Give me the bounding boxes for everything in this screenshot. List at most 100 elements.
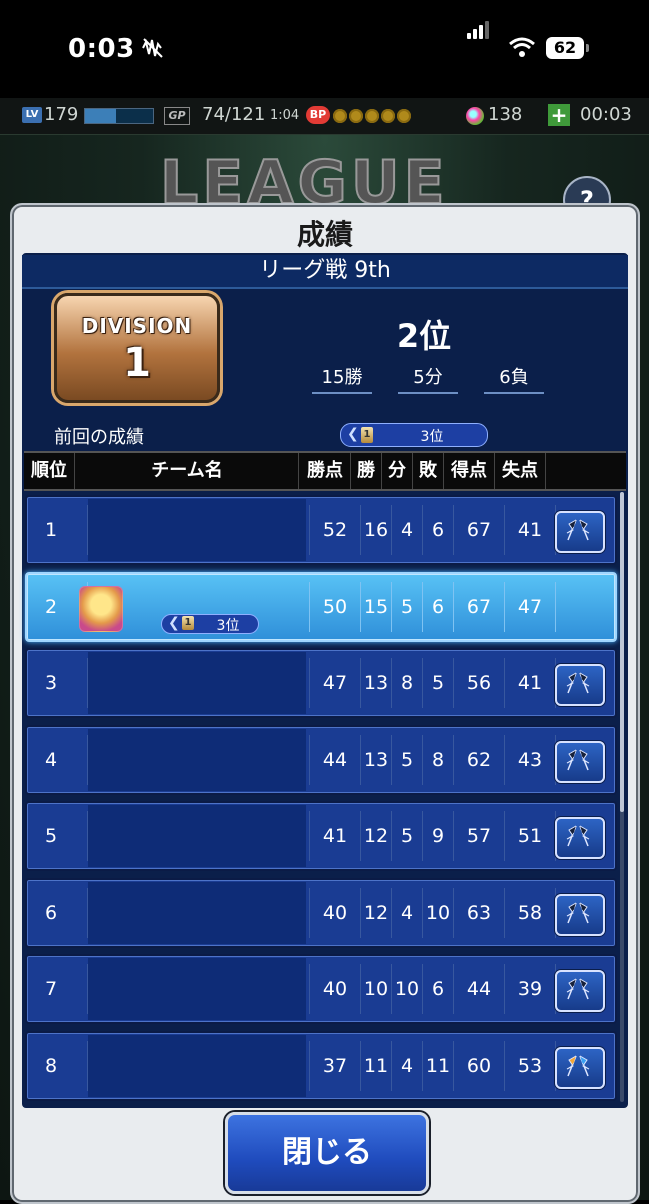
goals-against-cell: 41 <box>517 519 543 541</box>
silent-mode-icon <box>142 38 163 58</box>
column-divider <box>87 811 88 861</box>
division-badge: DIVISION 1 <box>54 293 220 403</box>
draws-cell: 5 <box>400 825 414 847</box>
goals-against-cell: 51 <box>517 825 543 847</box>
points-cell: 44 <box>322 748 348 771</box>
table-row[interactable]: 1 52 16 4 6 67 41 <box>25 495 617 565</box>
draws-cell: 5 <box>400 595 414 618</box>
scrollbar-thumb[interactable] <box>620 492 624 812</box>
points-cell: 47 <box>322 672 348 694</box>
match-flags-button[interactable] <box>555 817 605 859</box>
column-divider <box>87 1040 88 1091</box>
table-row[interactable]: 2 ❮ 1 3位 50 15 5 6 67 47 <box>25 571 617 642</box>
match-flags-button[interactable] <box>555 1046 605 1089</box>
table-row[interactable]: 6 40 12 4 10 63 58 <box>25 877 617 948</box>
battery-icon: 62 <box>546 37 584 59</box>
match-flags-button[interactable] <box>555 740 605 783</box>
level-badge: LV <box>22 107 42 123</box>
bp-badge: BP <box>306 106 330 124</box>
header-draws: 分 <box>382 453 413 489</box>
header-team: チーム名 <box>76 453 299 489</box>
team-previous-rank-pill: ❮ 1 3位 <box>161 613 259 634</box>
goals-against-cell: 39 <box>517 978 543 1000</box>
goals-for-cell: 56 <box>466 672 492 694</box>
draws-cell: 8 <box>400 672 414 694</box>
goals-for-cell: 63 <box>466 901 492 924</box>
losses-cell: 6 <box>431 978 445 1000</box>
draws-cell: 10 <box>394 978 420 1000</box>
goals-for-cell: 67 <box>466 519 492 541</box>
team-name-cell <box>88 728 306 791</box>
draws-cell: 4 <box>400 1054 414 1077</box>
table-row[interactable]: 3 47 13 8 5 56 41 <box>25 648 617 718</box>
division-icon: 1 <box>182 615 194 630</box>
match-flags-button[interactable] <box>555 511 605 553</box>
match-flags-button[interactable] <box>555 664 605 706</box>
draws-cell: 4 <box>400 519 414 541</box>
wins-cell: 13 <box>363 672 389 694</box>
table-header: 順位 チーム名 勝点 勝 分 敗 得点 失点 <box>24 451 626 491</box>
current-rank: 2位 <box>396 317 452 355</box>
losses-cell: 8 <box>431 748 445 771</box>
draws: 5分 <box>398 363 458 394</box>
points-cell: 40 <box>322 901 348 924</box>
wifi-icon <box>509 37 535 57</box>
table-row[interactable]: 7 40 10 10 6 44 39 <box>25 954 617 1024</box>
previous-rank: 3位 <box>420 429 444 445</box>
gp-timer: 1:04 <box>270 108 300 123</box>
match-flags-button[interactable] <box>555 970 605 1012</box>
table-row[interactable]: 5 41 12 5 9 57 51 <box>25 801 617 871</box>
division-icon: 1 <box>361 427 373 443</box>
team-name-cell <box>88 881 306 944</box>
header-rank: 順位 <box>24 453 75 489</box>
header-goals-against: 失点 <box>495 453 546 489</box>
orb-icon <box>466 107 484 125</box>
losses-cell: 5 <box>431 672 445 694</box>
wins-cell: 13 <box>363 748 389 771</box>
chevron-left-icon: ❮ <box>347 426 359 442</box>
team-name-cell <box>88 652 306 714</box>
goals-for-cell: 57 <box>466 825 492 847</box>
goals-for-cell: 44 <box>466 978 492 1000</box>
wins-cell: 12 <box>363 825 389 847</box>
draws-cell: 4 <box>400 901 414 924</box>
wins: 15勝 <box>312 363 372 394</box>
column-divider <box>87 505 88 555</box>
column-divider <box>87 658 88 708</box>
level-value: 179 <box>44 104 79 125</box>
losses: 6負 <box>484 363 544 394</box>
close-button[interactable]: 閉じる <box>225 1112 429 1194</box>
status-bar: 0:03 62 <box>0 0 649 98</box>
header-wins: 勝 <box>351 453 382 489</box>
goals-against-cell: 47 <box>517 595 543 618</box>
points-cell: 50 <box>322 595 348 618</box>
points-cell: 52 <box>322 519 348 541</box>
table-row[interactable]: 4 44 13 5 8 62 43 <box>25 724 617 795</box>
points-cell: 41 <box>322 825 348 847</box>
points-cell: 37 <box>322 1054 348 1077</box>
rank-cell: 7 <box>44 978 58 1000</box>
wins-cell: 11 <box>363 1054 389 1077</box>
rank-cell: 6 <box>44 901 58 924</box>
team-previous-rank: 3位 <box>216 617 240 634</box>
points-cell: 40 <box>322 978 348 1000</box>
losses-cell: 6 <box>431 519 445 541</box>
team-emblem-icon <box>79 585 123 632</box>
match-flags-button[interactable] <box>555 893 605 936</box>
rank-cell: 4 <box>44 748 58 771</box>
wins-cell: 12 <box>363 901 389 924</box>
add-stamina-button[interactable]: + <box>548 104 570 126</box>
rank-cell: 5 <box>44 825 58 847</box>
header-goals-for: 得点 <box>444 453 495 489</box>
gp-value: 74/121 <box>202 104 266 125</box>
previous-result-pill: ❮ 1 3位 <box>340 423 488 447</box>
column-divider <box>87 887 88 938</box>
rank-cell: 8 <box>44 1054 58 1077</box>
wins-cell: 16 <box>363 519 389 541</box>
rank-cell: 1 <box>44 519 58 541</box>
division-number: 1 <box>123 340 151 386</box>
header-timer: 00:03 <box>580 104 632 125</box>
exp-bar <box>84 108 154 124</box>
goals-for-cell: 62 <box>466 748 492 771</box>
table-row[interactable]: 8 37 11 4 11 60 53 <box>25 1030 617 1101</box>
